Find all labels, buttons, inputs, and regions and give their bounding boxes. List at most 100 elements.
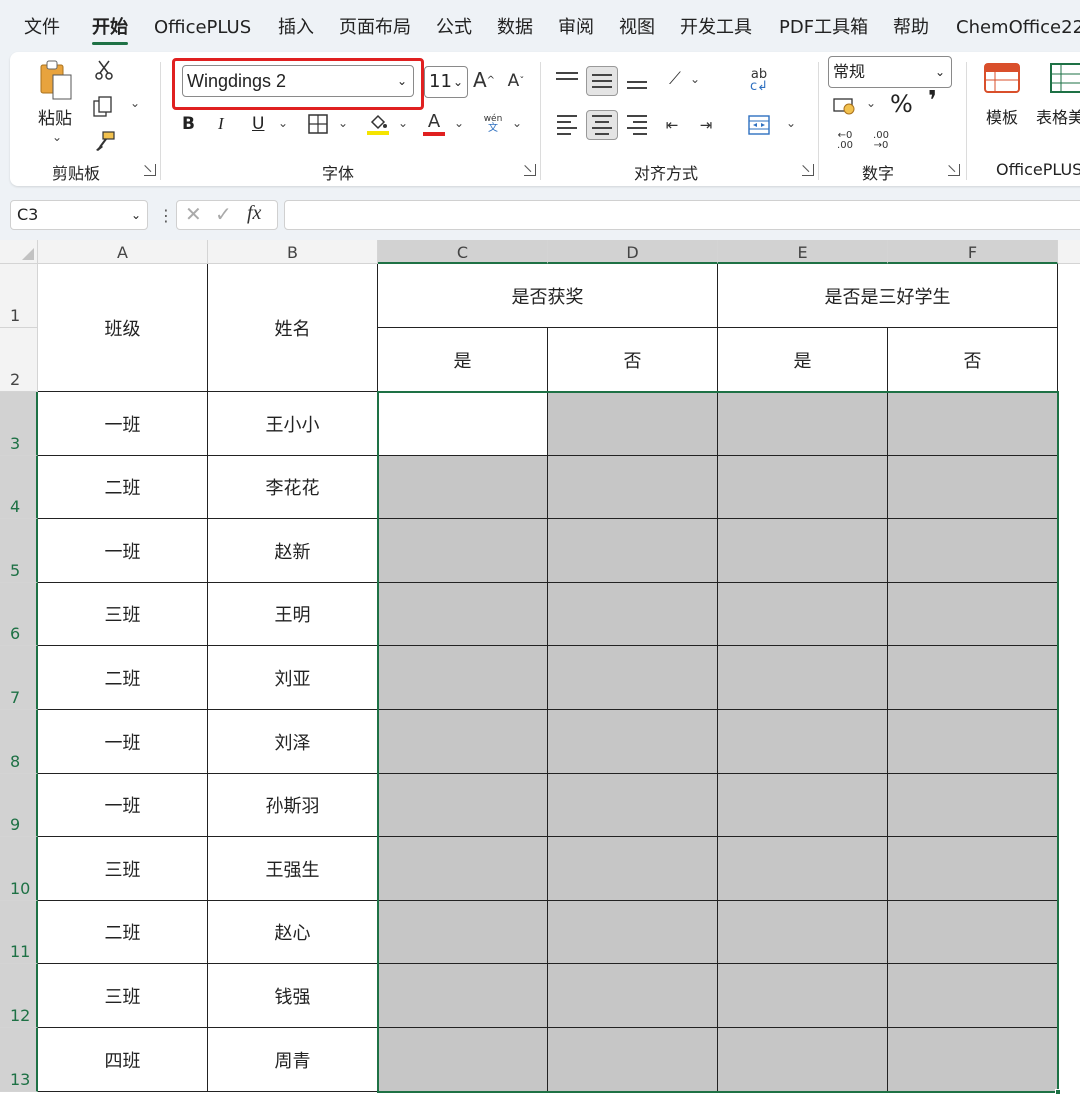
row-header[interactable]: 9 [0,774,38,837]
student-name-cell[interactable]: 王小小 [208,392,378,456]
paste-icon[interactable] [36,58,76,102]
merge-center-icon[interactable] [746,112,772,138]
row-header[interactable]: 4 [0,456,38,519]
checkbox-cell[interactable] [548,1028,718,1092]
wrap-text-icon[interactable]: ab c↲ [746,66,772,96]
borders-icon[interactable] [306,112,330,136]
row-header[interactable]: 7 [0,646,38,710]
bold-button[interactable]: B [182,114,195,134]
checkbox-cell[interactable] [718,901,888,964]
checkbox-cell[interactable] [718,646,888,710]
checkbox-cell[interactable] [718,774,888,837]
student-name-cell[interactable]: 周青 [208,1028,378,1092]
italic-button[interactable]: I [218,114,224,134]
tab-page-layout[interactable]: 页面布局 [339,16,411,40]
table-beautify-label[interactable]: 表格美 [1036,104,1080,128]
checkbox-cell[interactable] [888,837,1058,901]
class-cell[interactable]: 一班 [38,392,208,456]
checkbox-cell[interactable] [548,837,718,901]
class-cell[interactable]: 二班 [38,646,208,710]
align-middle-icon[interactable] [586,66,618,96]
cut-icon[interactable] [92,58,116,82]
table-beautify-icon[interactable] [1046,60,1080,96]
increase-font-icon[interactable]: A ^ [472,66,496,94]
orientation-icon[interactable]: ⟋ [662,66,688,92]
checkbox-cell[interactable] [718,519,888,583]
tab-data[interactable]: 数据 [497,16,533,40]
number-format-select[interactable]: 常规 ⌄ [828,56,952,88]
decrease-indent-icon[interactable]: ⇤ [660,114,684,136]
row-header[interactable]: 13 [0,1028,38,1092]
row-header[interactable]: 2 [0,328,38,392]
template-icon[interactable] [982,60,1022,96]
checkbox-cell[interactable] [888,583,1058,646]
tab-developer[interactable]: 开发工具 [680,16,752,40]
column-header-f[interactable]: F [888,240,1058,264]
class-cell[interactable]: 二班 [38,456,208,519]
comma-style-button[interactable]: ❜ [928,86,937,116]
checkbox-cell[interactable] [548,901,718,964]
class-cell[interactable]: 三班 [38,583,208,646]
checkbox-cell[interactable] [888,1028,1058,1092]
checkbox-cell[interactable] [718,583,888,646]
increase-indent-icon[interactable]: ⇥ [694,114,718,136]
checkbox-cell[interactable] [718,456,888,519]
checkbox-cell[interactable] [718,837,888,901]
copy-icon[interactable] [90,94,116,120]
header-merit-yes-cell[interactable]: 是 [718,328,888,392]
tab-pdf-toolbox[interactable]: PDF工具箱 [779,16,868,40]
checkbox-cell[interactable] [718,964,888,1028]
row-header[interactable]: 3 [0,392,38,456]
class-cell[interactable]: 一班 [38,710,208,774]
header-class-cell[interactable]: 班级 [38,264,208,392]
column-header-c[interactable]: C [378,240,548,264]
select-all-corner[interactable] [0,240,38,264]
more-options-icon[interactable]: ⋮ [158,206,174,225]
align-top-icon[interactable] [556,68,578,90]
checkbox-cell[interactable] [548,456,718,519]
row-header[interactable]: 12 [0,964,38,1028]
header-award-cell[interactable]: 是否获奖 [378,264,718,328]
font-color-chevron-icon[interactable]: ⌄ [454,116,464,130]
column-header-g[interactable] [1058,240,1080,264]
row-header[interactable]: 1 [0,264,38,328]
checkbox-cell[interactable] [718,392,888,456]
tab-home[interactable]: 开始 [92,16,128,40]
number-launcher-icon[interactable] [948,164,960,176]
orientation-chevron-icon[interactable]: ⌄ [690,72,700,86]
tab-chemoffice[interactable]: ChemOffice22 [956,16,1080,40]
align-right-icon[interactable] [626,114,648,136]
checkbox-cell[interactable] [548,519,718,583]
paste-label[interactable]: 粘贴 [38,104,72,129]
phonetic-guide-icon[interactable]: wén 文 [480,110,506,138]
decrease-font-icon[interactable]: Aˇ [504,68,528,94]
checkbox-cell[interactable] [548,774,718,837]
header-name-cell[interactable]: 姓名 [208,264,378,392]
student-name-cell[interactable]: 孙斯羽 [208,774,378,837]
row-header[interactable]: 5 [0,519,38,583]
checkbox-cell[interactable] [378,519,548,583]
insert-function-icon[interactable]: fx [247,202,261,225]
checkbox-cell[interactable] [548,710,718,774]
align-center-icon[interactable] [586,110,618,140]
paste-chevron-icon[interactable]: ⌄ [52,130,62,144]
tab-view[interactable]: 视图 [619,16,655,40]
underline-button[interactable]: U [252,114,264,134]
checkbox-cell[interactable] [718,1028,888,1092]
formula-input[interactable] [284,200,1080,230]
cancel-icon[interactable]: ✕ [185,202,202,226]
tab-officeplus[interactable]: OfficePLUS [154,16,251,40]
template-label[interactable]: 模板 [986,104,1018,128]
row-header[interactable]: 6 [0,583,38,646]
tab-file[interactable]: 文件 [24,16,60,40]
borders-chevron-icon[interactable]: ⌄ [338,116,348,130]
checkbox-cell[interactable] [378,964,548,1028]
tab-formulas[interactable]: 公式 [436,16,472,40]
checkbox-cell[interactable] [548,964,718,1028]
underline-chevron-icon[interactable]: ⌄ [278,116,288,130]
format-painter-icon[interactable] [92,128,118,154]
header-merit-cell[interactable]: 是否是三好学生 [718,264,1058,328]
class-cell[interactable]: 三班 [38,837,208,901]
student-name-cell[interactable]: 钱强 [208,964,378,1028]
checkbox-cell[interactable] [378,774,548,837]
